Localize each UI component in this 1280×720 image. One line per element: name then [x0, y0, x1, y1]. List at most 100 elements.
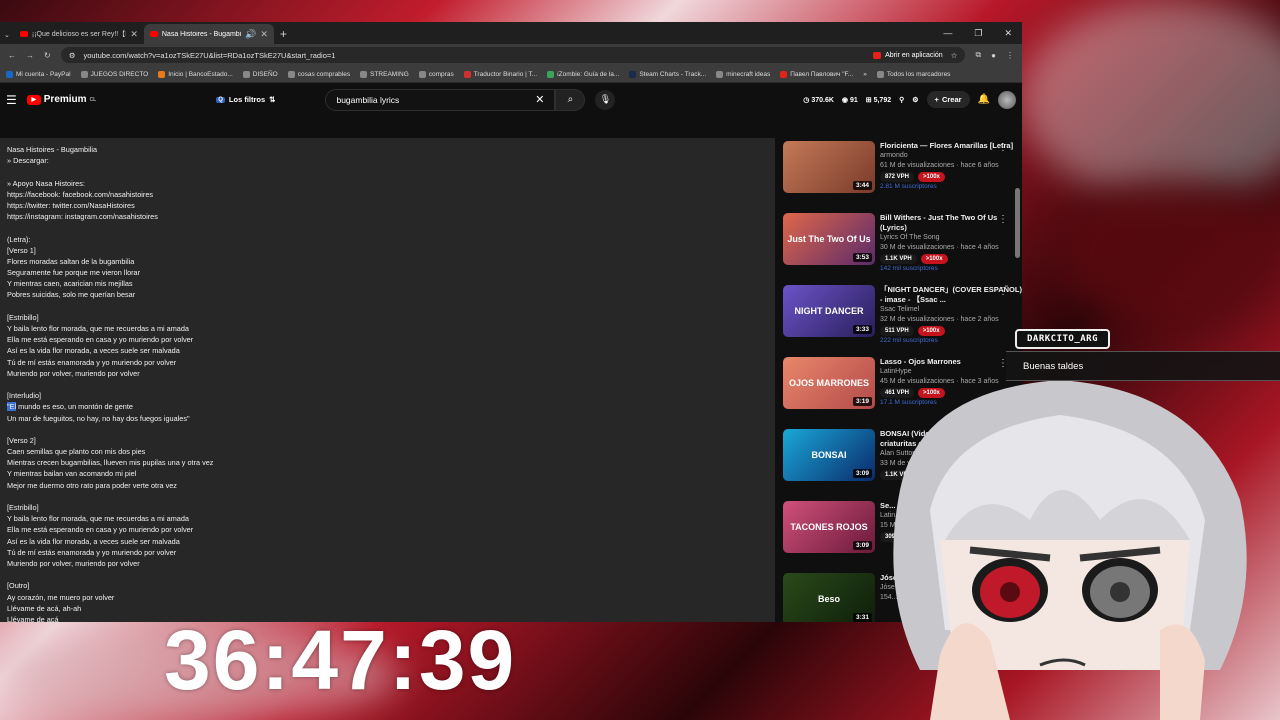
open-in-app-button[interactable]: Abrir en aplicación: [873, 51, 943, 59]
bookmark-item[interactable]: iZombie: Guía de la...: [547, 70, 619, 78]
extensions-icon[interactable]: ⧉: [975, 50, 981, 60]
minimize-icon[interactable]: —: [943, 28, 952, 38]
close-icon[interactable]: ✕: [130, 29, 138, 40]
hamburger-menu-icon[interactable]: ☰: [6, 93, 17, 107]
related-video-item[interactable]: Just The Two Of Us 3:53 Bill Withers - Jus…: [783, 210, 1022, 282]
bookmark-label: minecraft ideas: [726, 70, 771, 78]
tab-search-icon[interactable]: ⌄: [4, 31, 14, 44]
chat-message: Buenas taldes: [1006, 351, 1280, 381]
reload-icon[interactable]: ↻: [44, 51, 51, 60]
all-bookmarks[interactable]: Todos los marcadores: [876, 70, 950, 78]
bookmark-star-icon[interactable]: ☆: [951, 51, 958, 60]
description-line: » Descargar:: [7, 156, 49, 166]
video-duration: 3:53: [852, 253, 872, 262]
video-channel: Ssac Telimel: [880, 306, 920, 313]
video-duration: 3:44: [852, 181, 872, 190]
create-button[interactable]: + Crear: [926, 91, 970, 108]
filters-button[interactable]: Q Los filtros ⇅: [216, 95, 275, 104]
open-in-app-label: Abrir en aplicación: [885, 51, 943, 59]
description-line: Ella me está esperando en casa y yo muri…: [7, 335, 194, 345]
search-input[interactable]: bugambilia lyrics ✕: [325, 88, 556, 111]
more-bookmarks[interactable]: »: [863, 71, 867, 78]
video-info: 「NIGHT DANCER」(COVER ESPAÑOL) - imase - …: [880, 285, 1022, 354]
video-thumbnail[interactable]: NIGHT DANCER 3:33: [783, 285, 875, 337]
bookmark-label: Павел Павлович "F...: [790, 70, 854, 78]
new-tab-button[interactable]: +: [274, 24, 293, 44]
bookmark-label: JUEGOS DIRECTO: [90, 70, 149, 78]
stat-value: 370.6K: [811, 96, 834, 104]
filters-label: Los filtros: [228, 95, 266, 104]
description-line: Muriendo por volver, muriendo por volver: [7, 368, 140, 378]
close-window-icon[interactable]: ✕: [1004, 28, 1012, 39]
bookmark-item[interactable]: cosas comprables: [287, 70, 350, 78]
folder-icon: [360, 70, 368, 78]
search-button[interactable]: ⌕: [555, 88, 586, 111]
paypal-icon: [6, 70, 13, 78]
bookmark-item[interactable]: JUEGOS DIRECTO: [80, 70, 149, 78]
description-line: (Letra):: [7, 234, 31, 244]
close-icon[interactable]: ✕: [260, 29, 268, 40]
thumbnail-text: BONSAI: [811, 450, 847, 460]
description-line: Tú de mí estás enamorada y yo muriendo p…: [7, 547, 177, 557]
more-options-icon[interactable]: ⋮: [998, 215, 1008, 225]
video-badges: 872 VPH >100x: [880, 172, 1022, 182]
youtube-header: ☰ ▶ Premium CL Q Los filtros ⇅ bugambili…: [0, 83, 1022, 116]
stat-value: 5,792: [873, 96, 892, 104]
bookmark-item[interactable]: compras: [418, 70, 454, 78]
tab-1[interactable]: ¡¡Que delicioso es ser Rey!!【Ma ✕: [14, 24, 144, 44]
voice-search-button[interactable]: 🎙: [595, 89, 616, 110]
bookmark-item[interactable]: STREAMING: [360, 70, 409, 78]
channel-subscribers: 142 mil suscriptores: [880, 265, 938, 272]
video-badges: 511 VPH >100x: [880, 326, 1022, 336]
description-line: Caen semillas que planto con mis dos pie…: [7, 447, 146, 457]
youtube-favicon-icon: [780, 70, 788, 78]
video-info: Bill Withers - Just The Two Of Us (Lyric…: [880, 213, 1022, 282]
notifications-bell-icon[interactable]: 🔔: [978, 94, 990, 105]
speaker-icon[interactable]: 🔊: [245, 29, 256, 40]
video-thumbnail[interactable]: 3:44: [783, 141, 875, 193]
related-video-item[interactable]: NIGHT DANCER 3:33 「NIGHT DANCER」(COVER ESP…: [783, 282, 1022, 354]
thumbnail-text: Just The Two Of Us: [787, 234, 871, 244]
logo-text: Premium: [43, 94, 87, 105]
video-views: 30 M de visualizaciones · hace 4 años: [880, 244, 999, 251]
forward-icon[interactable]: →: [26, 51, 34, 60]
clear-search-icon[interactable]: ✕: [535, 93, 544, 106]
bookmark-item[interactable]: Steam Charts - Track...: [629, 70, 706, 78]
steam-icon: [629, 70, 637, 78]
extension-icon[interactable]: ⚙: [912, 96, 918, 104]
description-line: Flores moradas saltan de la bugambilia: [7, 256, 135, 266]
more-options-icon[interactable]: ⋮: [998, 143, 1008, 153]
menu-icon[interactable]: ⋮: [1006, 51, 1014, 60]
related-video-item[interactable]: 3:44 Floricienta — Flores Amarillas [Letr…: [783, 138, 1022, 210]
avatar[interactable]: [998, 90, 1016, 109]
youtube-logo[interactable]: ▶ Premium CL: [26, 94, 96, 105]
url-field[interactable]: ⚙ youtube.com/watch?v=a1ozTSkE27U&list=R…: [60, 47, 966, 63]
tab-2[interactable]: Nasa Histoires - Bugambilia 🔊 ✕: [143, 24, 274, 44]
site-info-icon[interactable]: ⚙: [69, 51, 76, 60]
video-description[interactable]: Nasa Histoires - Bugambilia » Descargar: »…: [0, 138, 775, 622]
description-line: [7, 222, 768, 233]
bookmark-item[interactable]: DISEÑO: [242, 70, 278, 78]
more-options-icon[interactable]: ⋮: [998, 287, 1008, 297]
description-line: Y mientras bailan van acomando mi piel: [7, 469, 137, 479]
stream-timer: 36:47:39: [164, 613, 517, 707]
bookmark-item[interactable]: Павел Павлович "F...: [780, 70, 854, 78]
address-bar-row: ← → ↻ ⚙ youtube.com/watch?v=a1ozTSkE27U&…: [0, 44, 1022, 66]
description-line: Así es la vida flor morada, a veces suel…: [7, 346, 180, 356]
video-thumbnail[interactable]: Just The Two Of Us 3:53: [783, 213, 875, 265]
maximize-icon[interactable]: ❐: [974, 28, 982, 39]
extension-icon[interactable]: ⚲: [899, 96, 904, 104]
description-line: [Estribillo]: [7, 503, 39, 512]
bookmark-label: Inicio | BancoEstado...: [168, 70, 233, 78]
bookmarks-bar: Mi cuenta - PayPal JUEGOS DIRECTO Inicio…: [0, 66, 1022, 83]
profile-icon[interactable]: ●: [991, 51, 996, 60]
back-icon[interactable]: ←: [8, 51, 16, 60]
bookmark-item[interactable]: Traductor Binario | T...: [463, 70, 537, 78]
bookmark-item[interactable]: Mi cuenta - PayPal: [6, 70, 71, 78]
bookmark-item[interactable]: minecraft ideas: [716, 70, 771, 78]
chat-username-badge: DARKCITO_ARG: [1015, 329, 1111, 349]
microphone-icon: 🎙: [599, 94, 612, 104]
extension-stats: ◷ 370.6K ◉ 91 ⊞ 5,792 ⚲ ⚙ + Crear 🔔: [803, 90, 1016, 109]
description-line: [7, 569, 768, 580]
bookmark-item[interactable]: Inicio | BancoEstado...: [158, 70, 233, 78]
